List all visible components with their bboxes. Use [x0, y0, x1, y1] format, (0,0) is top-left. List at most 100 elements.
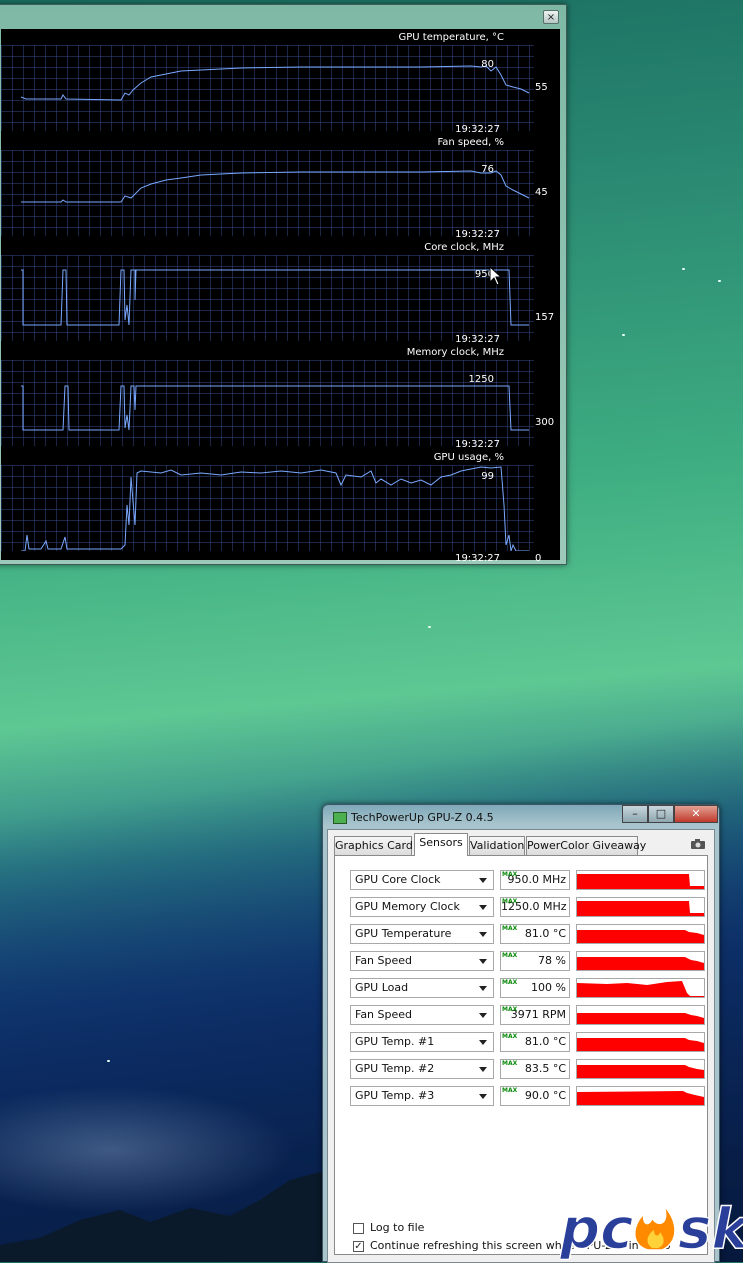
- max-tag: MAX: [502, 1033, 518, 1040]
- continue-refresh-checkbox[interactable]: ✓: [353, 1241, 364, 1252]
- sensor-value-text: 78 %: [538, 954, 566, 967]
- max-tag: MAX: [502, 1060, 518, 1067]
- graph-plot: [1, 45, 534, 131]
- max-tag: MAX: [502, 1006, 518, 1013]
- graph-title: GPU usage, %: [433, 452, 504, 463]
- window-title: TechPowerUp GPU-Z 0.4.5: [351, 811, 494, 824]
- svg-text:pc: pc: [560, 1197, 633, 1260]
- sensor-select[interactable]: GPU Temp. #3: [350, 1086, 494, 1106]
- sensor-name: GPU Core Clock: [355, 873, 441, 886]
- tab-graphics-card[interactable]: Graphics Card: [334, 836, 413, 855]
- dropdown-arrow-icon: [479, 1013, 487, 1018]
- graph-title: GPU temperature, °C: [398, 32, 504, 43]
- sensor-name: Fan Speed: [355, 1008, 413, 1021]
- dropdown-arrow-icon: [479, 959, 487, 964]
- sensor-value[interactable]: MAX 81.0 °C: [500, 924, 570, 944]
- sensor-name: GPU Memory Clock: [355, 900, 460, 913]
- graph-gpu-usage: GPU usage, % 99 0 19:32:27: [1, 449, 541, 564]
- sensor-value[interactable]: MAX 3971 RPM: [500, 1005, 570, 1025]
- sensor-select[interactable]: GPU Temp. #2: [350, 1059, 494, 1079]
- sensor-select[interactable]: GPU Temperature: [350, 924, 494, 944]
- graph-current-value: 157: [535, 312, 555, 323]
- graph-max-value: 76: [481, 164, 494, 175]
- pcask-logo: pc sk: [560, 1196, 743, 1260]
- max-tag: MAX: [502, 1087, 518, 1094]
- sensor-value[interactable]: MAX 83.5 °C: [500, 1059, 570, 1079]
- sensor-value[interactable]: MAX 78 %: [500, 951, 570, 971]
- star: [682, 268, 685, 270]
- mouse-cursor-icon: [489, 266, 503, 286]
- sensor-select[interactable]: GPU Load: [350, 978, 494, 998]
- sensor-value[interactable]: MAX 90.0 °C: [500, 1086, 570, 1106]
- graph-title: Fan speed, %: [437, 137, 504, 148]
- close-icon[interactable]: ✕: [674, 805, 718, 823]
- graph-fan-speed: Fan speed, % 76 45 19:32:27: [1, 134, 548, 240]
- graph-line: [21, 466, 529, 551]
- graph-current-value: 55: [535, 82, 548, 93]
- graph-current-value: 45: [535, 187, 548, 198]
- max-tag: MAX: [502, 898, 518, 905]
- app-icon: [333, 812, 347, 824]
- sensor-name: GPU Load: [355, 981, 409, 994]
- sensor-graph: [576, 978, 705, 998]
- tab-sensors[interactable]: Sensors: [414, 833, 468, 856]
- sensor-row: GPU Temp. #2 MAX 83.5 °C: [350, 1059, 705, 1079]
- graph-memory-clock: Memory clock, MHz 1250 300 19:32:27: [1, 344, 554, 450]
- sensor-name: GPU Temp. #3: [355, 1089, 435, 1102]
- sensor-graph: [576, 951, 705, 971]
- dropdown-arrow-icon: [479, 878, 487, 883]
- graph-line: [21, 170, 530, 203]
- sensor-graph: [576, 1032, 705, 1052]
- log-to-file-checkbox[interactable]: [353, 1223, 364, 1234]
- dropdown-arrow-icon: [479, 986, 487, 991]
- minimize-icon[interactable]: –: [622, 805, 648, 823]
- graph-line: [21, 269, 529, 326]
- sensor-value-text: 81.0 °C: [524, 1035, 566, 1048]
- sensor-select[interactable]: Fan Speed: [350, 1005, 494, 1025]
- sensor-graph: [576, 1086, 705, 1106]
- graph-plot: [1, 150, 534, 236]
- sensor-value-text: 100 %: [531, 981, 566, 994]
- dropdown-arrow-icon: [479, 1094, 487, 1099]
- monitoring-window: × GPU temperature, °C 80 55 19:32:27 Fan…: [0, 4, 567, 565]
- graph-current-value: 300: [535, 417, 555, 428]
- svg-text:sk: sk: [678, 1197, 743, 1260]
- sensor-select[interactable]: Fan Speed: [350, 951, 494, 971]
- sensor-row: GPU Temperature MAX 81.0 °C: [350, 924, 705, 944]
- graph-plot: [1, 360, 534, 446]
- star: [107, 1060, 110, 1062]
- sensor-name: GPU Temp. #1: [355, 1035, 435, 1048]
- graph-current-value: 0: [535, 553, 542, 564]
- star: [428, 626, 431, 628]
- star: [718, 280, 721, 282]
- sensor-select[interactable]: GPU Memory Clock: [350, 897, 494, 917]
- graph-gpu-temperature: GPU temperature, °C 80 55 19:32:27: [1, 29, 548, 135]
- max-tag: MAX: [502, 979, 518, 986]
- sensor-value[interactable]: MAX 100 %: [500, 978, 570, 998]
- sensor-row: Fan Speed MAX 78 %: [350, 951, 705, 971]
- sensor-graph: [576, 924, 705, 944]
- close-icon[interactable]: ×: [543, 10, 559, 24]
- graph-core-clock: Core clock, MHz 950 157 19:32:27: [1, 239, 554, 345]
- graph-max-value: 80: [481, 59, 494, 70]
- sensor-row: GPU Load MAX 100 %: [350, 978, 705, 998]
- sensor-value-text: 81.0 °C: [524, 927, 566, 940]
- sensor-value[interactable]: MAX 81.0 °C: [500, 1032, 570, 1052]
- camera-icon[interactable]: [690, 838, 706, 850]
- sensor-row: GPU Memory Clock MAX 1250.0 MHz: [350, 897, 705, 917]
- sensor-graph: [576, 897, 705, 917]
- sensor-value[interactable]: MAX 1250.0 MHz: [500, 897, 570, 917]
- sensor-select[interactable]: GPU Temp. #1: [350, 1032, 494, 1052]
- sensor-graph: [576, 870, 705, 890]
- tab-powercolor-giveaway[interactable]: PowerColor Giveaway: [526, 836, 646, 855]
- sensor-value-text: 90.0 °C: [524, 1089, 566, 1102]
- max-tag: MAX: [502, 952, 518, 959]
- maximize-icon[interactable]: □: [648, 805, 674, 823]
- sensor-value-text: 83.5 °C: [524, 1062, 566, 1075]
- sensor-value[interactable]: MAX 950.0 MHz: [500, 870, 570, 890]
- tab-validation[interactable]: Validation: [469, 836, 525, 855]
- graph-line: [21, 385, 529, 431]
- sensor-select[interactable]: GPU Core Clock: [350, 870, 494, 890]
- sensor-row: GPU Core Clock MAX 950.0 MHz: [350, 870, 705, 890]
- graph-title: Core clock, MHz: [424, 242, 504, 253]
